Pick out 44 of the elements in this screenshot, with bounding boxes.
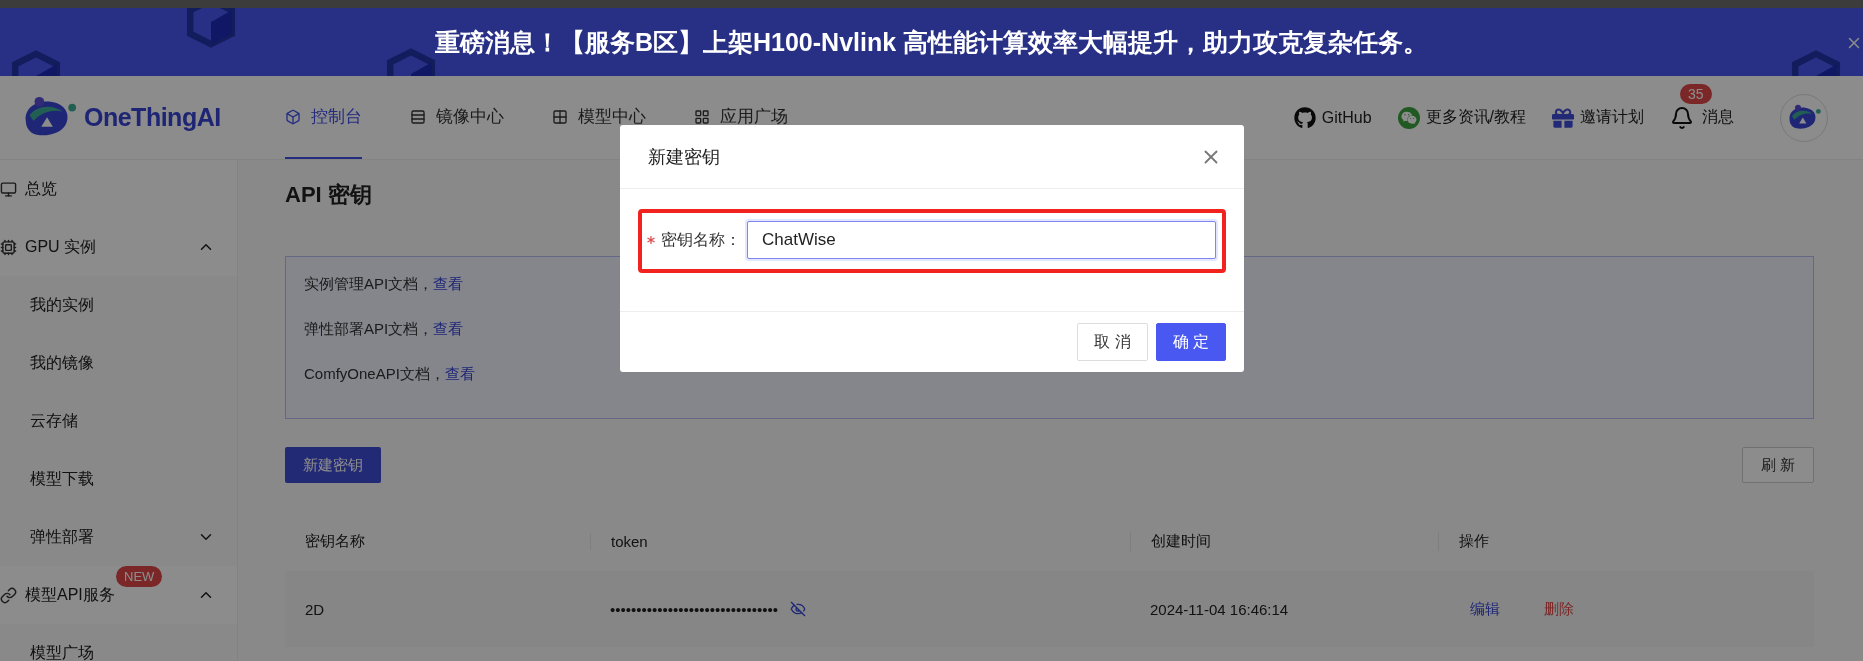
page-title: API 密钥: [285, 181, 373, 209]
grid-icon: [552, 108, 568, 125]
gift-icon: [1552, 106, 1574, 129]
view-link[interactable]: 查看: [444, 365, 475, 382]
header-link[interactable]: GitHub: [1293, 106, 1372, 129]
column-header: 操作: [1459, 531, 1489, 551]
github-icon: [1293, 106, 1316, 129]
table-cell: 2024-11-04 16:46:14: [1150, 600, 1289, 618]
cube-icon: [185, 8, 237, 48]
column-header: 创建时间: [1151, 531, 1211, 551]
header-link[interactable]: 更多资讯/教程: [1397, 106, 1526, 129]
header-link[interactable]: 邀请计划: [1552, 106, 1644, 129]
doc-text: ComfyOneAPI文档，查看: [304, 365, 475, 384]
eye-off-icon[interactable]: [790, 601, 807, 617]
nav-tab[interactable]: 镜像中心: [410, 76, 504, 159]
monitor-icon: [0, 180, 17, 198]
chip-icon: [0, 238, 17, 256]
dialog-title: 新建密钥: [648, 145, 720, 169]
logo-text: OneThingAI: [84, 103, 221, 132]
nav-tab[interactable]: 模型中心: [552, 76, 646, 159]
count-badge: 35: [1680, 83, 1712, 104]
bell-icon: [1670, 105, 1694, 130]
announcement-text: 重磅消息！【服务B区】上架H100-Nvlink 高性能计算效率大幅提升，助力攻克复杂任务。: [434, 26, 1429, 58]
column-header: 密钥名称: [305, 531, 365, 551]
confirm-button[interactable]: 确 定: [1155, 323, 1226, 361]
token-text: ••••••••••••••••••••••••••••••••: [610, 600, 779, 618]
column-header: token: [611, 532, 648, 550]
cube-icon: [285, 108, 301, 125]
doc-text: 弹性部署API文档，查看: [304, 320, 464, 339]
list-icon: [410, 108, 426, 125]
view-link[interactable]: 查看: [433, 275, 464, 292]
doc-text: 实例管理API文档，查看: [304, 275, 464, 294]
cancel-button[interactable]: 取 消: [1077, 323, 1148, 361]
field-label: 密钥名称：: [661, 229, 741, 250]
table-cell: 2D: [305, 600, 325, 618]
key-name-field[interactable]: ChatWise: [747, 221, 1216, 259]
refresh-button[interactable]: 刷 新: [1741, 447, 1814, 483]
view-link[interactable]: 查看: [433, 320, 464, 337]
apps-icon: [694, 108, 710, 125]
new-badge: NEW: [116, 566, 163, 587]
edit-link[interactable]: 编辑: [1470, 599, 1500, 619]
chat-bubbles-icon: [1397, 106, 1420, 129]
create-key-button[interactable]: 新建密钥: [285, 447, 381, 483]
link-icon: [0, 586, 17, 604]
